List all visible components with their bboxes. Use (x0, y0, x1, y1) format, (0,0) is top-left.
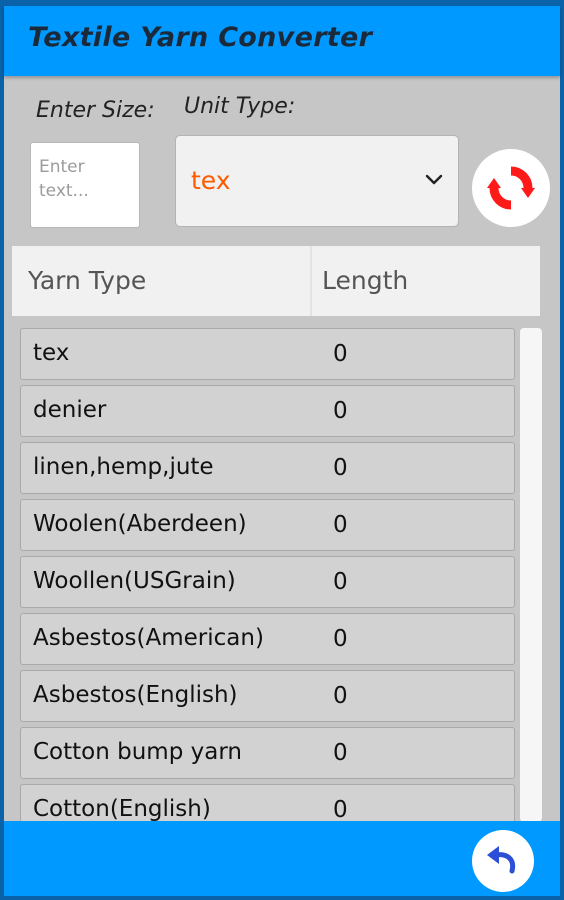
row-length: 0 (333, 455, 348, 481)
size-input[interactable]: Enter text... (30, 142, 140, 228)
table-row[interactable]: Cotton bump yarn 0 (20, 727, 515, 779)
size-input-placeholder: Enter text... (39, 157, 89, 201)
unit-type-selected-value: tex (191, 166, 231, 195)
table-row[interactable]: Woolen(Aberdeen) 0 (20, 499, 515, 551)
row-length: 0 (333, 797, 348, 822)
header-yarn-type: Yarn Type (28, 266, 147, 295)
refresh-button[interactable] (472, 149, 550, 227)
table-row[interactable]: Asbestos(American) 0 (20, 613, 515, 665)
row-length: 0 (333, 512, 348, 538)
row-yarn-type: Cotton bump yarn (33, 739, 242, 765)
row-yarn-type: tex (33, 340, 70, 366)
row-yarn-type: linen,hemp,jute (33, 454, 214, 480)
app-title: Textile Yarn Converter (28, 22, 373, 53)
table-row[interactable]: Cotton(English) 0 (20, 784, 515, 822)
row-yarn-type: Asbestos(American) (33, 625, 264, 651)
table-row[interactable]: tex 0 (20, 328, 515, 380)
table-row[interactable]: denier 0 (20, 385, 515, 437)
row-length: 0 (333, 683, 348, 709)
table-row[interactable]: linen,hemp,jute 0 (20, 442, 515, 494)
row-length: 0 (333, 569, 348, 595)
row-yarn-type: Woollen(USGrain) (33, 568, 236, 594)
yarn-list[interactable]: tex 0 denier 0 linen,hemp,jute 0 Woolen(… (20, 328, 516, 822)
list-scrollbar[interactable] (520, 328, 542, 822)
table-row[interactable]: Woollen(USGrain) 0 (20, 556, 515, 608)
row-length: 0 (333, 341, 348, 367)
table-row[interactable]: Asbestos(English) 0 (20, 670, 515, 722)
size-label: Enter Size: (36, 98, 155, 123)
header-divider (310, 246, 312, 316)
row-length: 0 (333, 740, 348, 766)
unit-type-dropdown[interactable]: tex (175, 135, 459, 227)
row-length: 0 (333, 626, 348, 652)
refresh-icon (487, 166, 535, 210)
chevron-down-icon (425, 174, 443, 185)
title-bar: Textile Yarn Converter (4, 6, 560, 76)
table-header: Yarn Type Length (12, 246, 540, 316)
unit-label: Unit Type: (184, 94, 296, 119)
back-button[interactable] (472, 830, 534, 892)
row-yarn-type: Cotton(English) (33, 796, 211, 822)
row-yarn-type: denier (33, 397, 107, 423)
header-length: Length (322, 266, 409, 295)
back-arrow-icon (487, 846, 516, 874)
row-yarn-type: Woolen(Aberdeen) (33, 511, 247, 537)
row-yarn-type: Asbestos(English) (33, 682, 238, 708)
app-window: Textile Yarn Converter Enter Size: Unit … (4, 6, 560, 896)
row-length: 0 (333, 398, 348, 424)
